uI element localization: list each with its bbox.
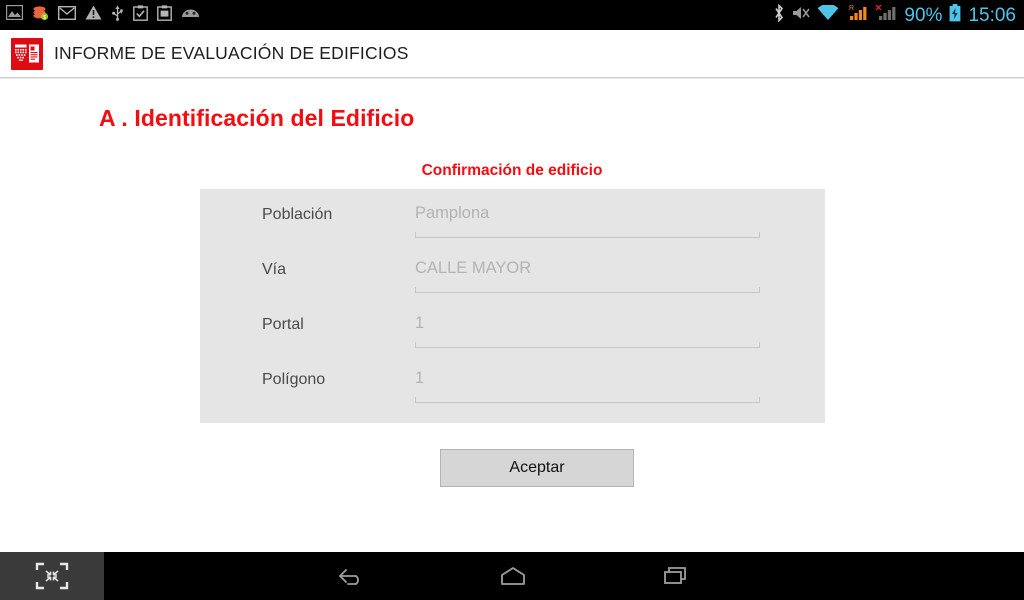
mail-icon bbox=[57, 5, 77, 25]
poblacion-input[interactable]: Pamplona bbox=[415, 202, 760, 225]
field-underline bbox=[415, 397, 760, 403]
portal-input[interactable]: 1 bbox=[415, 312, 760, 335]
recents-button[interactable] bbox=[636, 552, 716, 600]
status-bar[interactable]: $ R 90% 15:06 bbox=[0, 0, 1024, 30]
field-underline bbox=[415, 232, 760, 238]
wifi-icon bbox=[817, 3, 839, 26]
signal-roaming-icon: R bbox=[846, 4, 868, 26]
via-input[interactable]: CALLE MAYOR bbox=[415, 257, 760, 280]
form-row: Población Pamplona bbox=[200, 189, 825, 244]
screenshot-icon bbox=[5, 4, 24, 25]
app-title: INFORME DE EVALUACIÓN DE EDIFICIOS bbox=[54, 43, 409, 63]
field-underline bbox=[415, 287, 760, 293]
battery-charging-icon bbox=[949, 3, 961, 27]
field-label-portal: Portal bbox=[262, 316, 304, 333]
svg-text:$: $ bbox=[43, 15, 46, 21]
back-button[interactable] bbox=[312, 552, 392, 600]
form-row: Vía CALLE MAYOR bbox=[200, 244, 825, 299]
field-via[interactable]: CALLE MAYOR bbox=[415, 257, 760, 293]
navarra-building-report-logo[interactable] bbox=[11, 37, 43, 70]
svg-text:R: R bbox=[849, 5, 854, 12]
form-row: Polígono 1 bbox=[200, 354, 825, 409]
field-label-poblacion: Población bbox=[262, 206, 333, 223]
warning-icon bbox=[85, 5, 102, 25]
field-label-poligono: Polígono bbox=[262, 371, 326, 388]
field-poblacion[interactable]: Pamplona bbox=[415, 202, 760, 238]
battery-percent-label: 90% bbox=[904, 4, 943, 26]
home-button[interactable] bbox=[473, 552, 553, 600]
exit-fullscreen-icon[interactable] bbox=[0, 552, 104, 600]
bluetooth-icon bbox=[773, 3, 785, 27]
coins-icon: $ bbox=[32, 5, 49, 26]
usb-icon bbox=[111, 4, 124, 26]
app-bar: INFORME DE EVALUACIÓN DE EDIFICIOS bbox=[0, 30, 1024, 78]
status-bar-notification-icons: $ bbox=[5, 4, 200, 26]
status-bar-system-icons: R 90% 15:06 bbox=[773, 3, 1016, 27]
clipboard-check-icon bbox=[133, 4, 148, 26]
field-label-via: Vía bbox=[262, 261, 287, 278]
poligono-input[interactable]: 1 bbox=[415, 367, 760, 390]
android-face-icon bbox=[181, 6, 200, 24]
signal-nosim-icon bbox=[875, 4, 897, 26]
main-content: A . Identificación del Edificio Confirma… bbox=[0, 79, 1024, 552]
clock-label: 15:06 bbox=[968, 4, 1016, 26]
field-portal[interactable]: 1 bbox=[415, 312, 760, 348]
building-confirmation-form: Población Pamplona Vía CALLE MAYOR Porta… bbox=[200, 189, 825, 423]
form-subtitle: Confirmación de edificio bbox=[421, 162, 603, 179]
clipboard-download-icon bbox=[157, 4, 172, 26]
page-title: A . Identificación del Edificio bbox=[99, 105, 415, 131]
form-row: Portal 1 bbox=[200, 299, 825, 354]
accept-button[interactable]: Aceptar bbox=[440, 449, 634, 487]
field-poligono[interactable]: 1 bbox=[415, 367, 760, 403]
navigation-bar bbox=[0, 552, 1024, 600]
mute-icon bbox=[792, 5, 811, 26]
field-underline bbox=[415, 342, 760, 348]
